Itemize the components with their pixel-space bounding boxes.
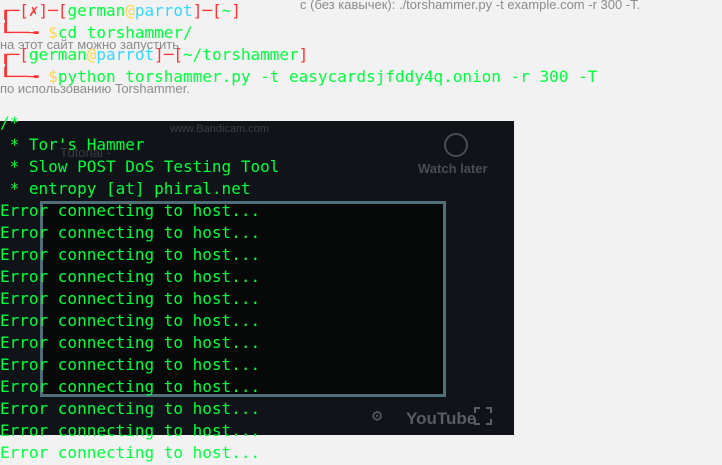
error-line: Error connecting to host... — [0, 377, 261, 396]
error-status-icon: ✗ — [28, 1, 39, 20]
command-line-1: └──╼ $cd torshammer/ — [0, 23, 193, 42]
error-line: Error connecting to host... — [0, 355, 261, 374]
prompt-line-1: ┌─[✗]─[german@parrot]─[~] — [0, 1, 241, 20]
banner-line: * entropy [at] phiral.net — [0, 179, 251, 198]
command-text: python torshammer.py -t easycardsjfddy4q… — [57, 67, 598, 86]
prompt-line-2: ┌─[german@parrot]─[~/torshammer] — [0, 45, 309, 64]
error-line: Error connecting to host... — [0, 267, 261, 286]
banner-line: * Tor's Hammer — [0, 135, 145, 154]
banner-line: * Slow POST DoS Testing Tool — [0, 157, 280, 176]
error-line: Error connecting to host... — [0, 223, 261, 242]
prompt-host: parrot — [96, 45, 155, 64]
error-line: Error connecting to host... — [0, 333, 261, 352]
error-line: Error connecting to host... — [0, 421, 261, 440]
error-line: Error connecting to host... — [0, 201, 261, 220]
terminal-output[interactable]: ┌─[✗]─[german@parrot]─[~] └──╼ $cd torsh… — [0, 0, 722, 465]
prompt-dir: ~/torshammer — [183, 45, 299, 64]
banner-line: /* — [0, 113, 20, 132]
prompt-host: parrot — [134, 1, 193, 20]
command-line-2: └──╼ $python torshammer.py -t easycardsj… — [0, 67, 598, 86]
command-text: cd torshammer/ — [57, 23, 193, 42]
error-line: Error connecting to host... — [0, 245, 261, 264]
prompt-user: german — [28, 45, 87, 64]
error-line: Error connecting to host... — [0, 289, 261, 308]
error-line: Error connecting to host... — [0, 443, 261, 462]
error-line: Error connecting to host... — [0, 311, 261, 330]
prompt-dir: ~ — [221, 1, 232, 20]
prompt-user: german — [67, 1, 126, 20]
error-line: Error connecting to host... — [0, 399, 261, 418]
